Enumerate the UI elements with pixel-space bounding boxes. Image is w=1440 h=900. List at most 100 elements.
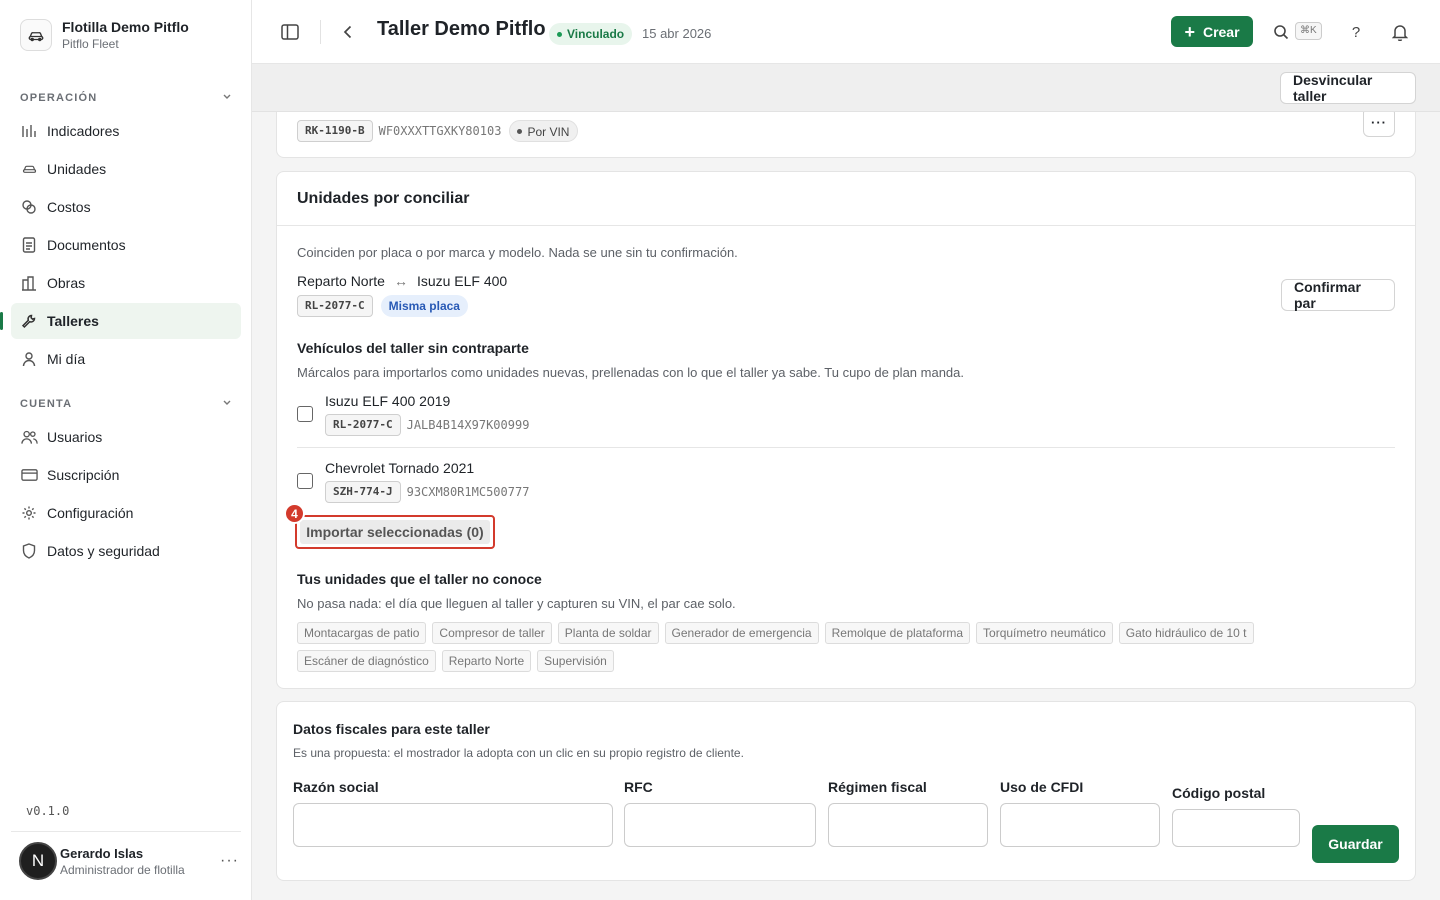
sidebar: Flotilla Demo Pitflo Pitflo Fleet OPERAC… — [0, 0, 252, 900]
sidebar-item-label: Obras — [47, 275, 86, 291]
field-label-rfc: RFC — [624, 779, 653, 795]
chevron-down-icon — [222, 397, 232, 410]
sidebar-item-datos-seguridad[interactable]: Datos y seguridad — [11, 533, 241, 569]
sidebar-item-label: Configuración — [47, 505, 134, 521]
top-bar: Taller Demo Pitflo Vinculado 15 abr 2026… — [252, 0, 1440, 64]
document-icon — [20, 236, 38, 254]
search-icon[interactable] — [1271, 22, 1291, 42]
divider — [11, 831, 241, 832]
create-button-label: Crear — [1202, 23, 1240, 40]
section-description: Márcalos para importarlos como unidades … — [297, 365, 965, 380]
unit-tag: Torquímetro neumático — [976, 622, 1113, 644]
org-sub: Pitflo Fleet — [62, 37, 119, 51]
sidebar-item-indicadores[interactable]: Indicadores — [11, 113, 241, 149]
step-marker: 4 — [284, 503, 305, 524]
pair-row: Reparto Norte ↔ Isuzu ELF 400 — [297, 273, 507, 289]
unit-tag: Montacargas de patio — [297, 622, 427, 644]
org-name: Flotilla Demo Pitflo — [62, 19, 189, 35]
divider — [297, 447, 1395, 448]
status-badge: Vinculado — [549, 23, 633, 45]
sidebar-item-configuracion[interactable]: Configuración — [11, 495, 241, 531]
chevron-down-icon — [222, 91, 232, 104]
vehicle-name: Isuzu ELF 400 2019 — [325, 393, 451, 409]
org-switcher[interactable]: Flotilla Demo Pitflo Pitflo Fleet — [20, 18, 189, 52]
card-icon — [20, 466, 38, 484]
car-logo-icon — [20, 19, 52, 51]
sidebar-toggle-icon[interactable] — [280, 22, 300, 42]
unit-tag: Gato hidráulico de 10 t — [1118, 622, 1254, 644]
section-cuenta[interactable]: CUENTA — [20, 397, 232, 410]
avatar: N — [19, 842, 57, 880]
user-menu[interactable]: N Gerardo Islas Administrador de flotill… — [19, 842, 239, 880]
car-icon — [20, 160, 38, 178]
unit-tag: Compresor de taller — [432, 622, 552, 644]
section-operacion[interactable]: OPERACIÓN — [20, 91, 232, 104]
users-icon — [20, 428, 38, 446]
vehicle-checkbox[interactable] — [297, 473, 313, 489]
vehicle-name: Chevrolet Tornado 2021 — [325, 460, 475, 476]
unknown-units-tags: Montacargas de patio Compresor de taller P… — [297, 622, 1307, 678]
divider — [277, 225, 1415, 226]
match-chip: Misma placa — [380, 295, 468, 317]
dot-icon — [517, 129, 523, 134]
confirm-pair-button[interactable]: Confirmar par — [1281, 279, 1395, 311]
coins-icon — [20, 198, 38, 216]
field-label-cp: Código postal — [1172, 785, 1266, 801]
card-description: Es una propuesta: el mostrador la adopta… — [293, 746, 744, 760]
section-description: No pasa nada: el día que lleguen al tall… — [297, 596, 736, 611]
regimen-fiscal-input[interactable] — [828, 803, 988, 847]
vin-text: WF0XXXTTGXKY80103 — [378, 124, 502, 138]
app-version: v0.1.0 — [26, 804, 70, 818]
page-title: Taller Demo Pitflo — [377, 18, 546, 40]
field-label-razon: Razón social — [293, 779, 379, 795]
sidebar-item-mi-dia[interactable]: Mi día — [11, 341, 241, 377]
plate-badge: RL-2077-C — [325, 414, 401, 436]
sidebar-item-label: Usuarios — [47, 429, 103, 445]
unit-tag: Supervisión — [537, 650, 614, 672]
unlink-workshop-button[interactable]: Desvincular taller — [1280, 72, 1416, 104]
save-button[interactable]: Guardar — [1312, 825, 1399, 863]
divider — [320, 20, 321, 44]
sidebar-item-label: Datos y seguridad — [47, 543, 160, 559]
sidebar-item-unidades[interactable]: Unidades — [11, 151, 241, 187]
uso-cfdi-input[interactable] — [1000, 803, 1160, 847]
sidebar-item-documentos[interactable]: Documentos — [11, 227, 241, 263]
bell-icon[interactable] — [1390, 22, 1410, 42]
rfc-input[interactable] — [624, 803, 816, 847]
field-label-cfdi: Uso de CFDI — [1000, 779, 1084, 795]
vin-text: 93CXM80R1MC500777 — [406, 485, 530, 499]
sidebar-item-usuarios[interactable]: Usuarios — [11, 419, 241, 455]
unit-tag: Escáner de diagnóstico — [297, 650, 436, 672]
shortcut-hint: ⌘K — [1295, 22, 1322, 40]
user-icon — [20, 350, 38, 368]
postal-code-input[interactable] — [1172, 809, 1300, 847]
create-button[interactable]: + Crear — [1171, 16, 1253, 47]
pair-right: Isuzu ELF 400 — [416, 273, 508, 289]
match-chip-label: Por VIN — [527, 125, 570, 139]
sidebar-item-label: Suscripción — [47, 467, 120, 483]
more-icon[interactable]: ··· — [220, 852, 239, 870]
import-selected-button-highlight[interactable]: Importar seleccionadas (0) — [295, 515, 495, 549]
sidebar-item-label: Documentos — [47, 237, 126, 253]
header-date: 15 abr 2026 — [642, 26, 712, 41]
fiscal-card: Datos fiscales para este taller Es una p… — [276, 701, 1416, 881]
back-arrow-icon[interactable] — [338, 22, 358, 42]
shield-icon — [20, 542, 38, 560]
sidebar-item-label: Costos — [47, 199, 91, 215]
section-heading: Tus unidades que el taller no conoce — [297, 571, 542, 587]
vehicle-checkbox[interactable] — [297, 406, 313, 422]
import-selected-button[interactable]: Importar seleccionadas (0) — [300, 520, 490, 544]
help-icon[interactable]: ? — [1346, 22, 1366, 42]
sidebar-item-costos[interactable]: Costos — [11, 189, 241, 225]
sidebar-item-talleres[interactable]: Talleres — [0, 303, 241, 339]
sidebar-item-label: Mi día — [47, 351, 86, 367]
plus-icon: + — [1184, 21, 1195, 42]
field-label-regimen: Régimen fiscal — [828, 779, 927, 795]
reconcile-card: Unidades por conciliar Coinciden por pla… — [276, 171, 1416, 689]
sidebar-item-obras[interactable]: Obras — [11, 265, 241, 301]
unit-tag: Planta de soldar — [557, 622, 659, 644]
sidebar-item-suscripcion[interactable]: Suscripción — [11, 457, 241, 493]
user-name: Gerardo Islas — [60, 845, 144, 861]
razon-social-input[interactable] — [293, 803, 613, 847]
card-title: Unidades por conciliar — [297, 190, 470, 207]
